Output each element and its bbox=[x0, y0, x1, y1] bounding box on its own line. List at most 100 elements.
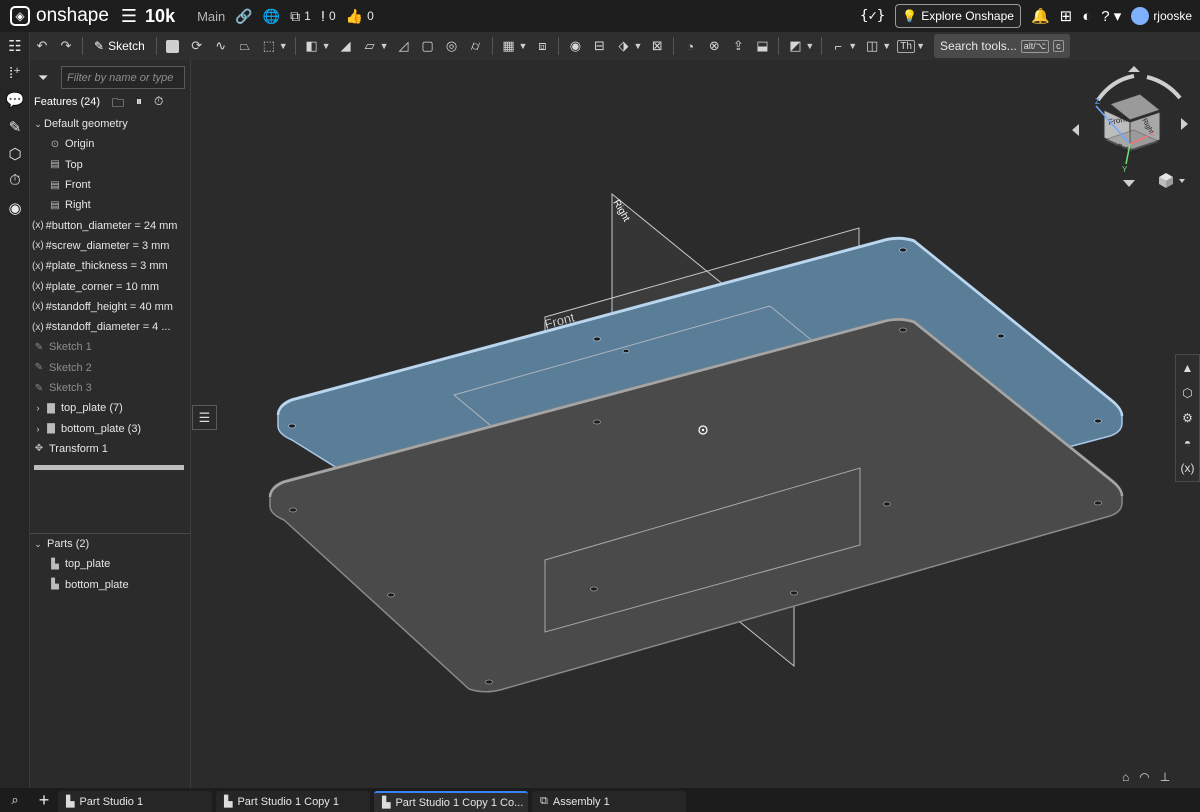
search-tabs-icon[interactable]: ⌕ bbox=[0, 788, 30, 812]
thicken-icon[interactable]: ⬚ bbox=[260, 35, 278, 57]
measure-icon[interactable]: ⊥ bbox=[1160, 770, 1170, 784]
chevron-down-icon[interactable]: ⌄ bbox=[32, 119, 44, 130]
move-face-icon[interactable]: ⇪ bbox=[729, 35, 747, 57]
revolve-icon[interactable]: ⟳ bbox=[188, 35, 206, 57]
pattern-icon[interactable]: ▦ bbox=[500, 35, 518, 57]
notes-icon[interactable]: ✎ bbox=[0, 113, 30, 140]
feature-row[interactable]: › ▇ top_plate (7) bbox=[30, 398, 191, 418]
insert-feature-icon[interactable]: ⁞⁺ bbox=[0, 59, 30, 86]
feature-row[interactable]: ▤ Front bbox=[30, 175, 191, 195]
loft-icon[interactable]: ⏢ bbox=[236, 35, 254, 57]
undo-icon[interactable]: ↶ bbox=[33, 35, 51, 57]
chevron-right-icon[interactable]: › bbox=[32, 403, 44, 413]
help-icon[interactable]: ? ▾ bbox=[1101, 7, 1121, 25]
feature-row[interactable]: (x) #plate_thickness = 3 mm bbox=[30, 256, 191, 276]
feature-row[interactable]: (x) #standoff_height = 40 mm bbox=[30, 297, 191, 317]
history-icon[interactable]: ⏱ bbox=[0, 167, 30, 194]
modify-fillet-icon[interactable]: ◔ bbox=[681, 35, 699, 57]
feature-row[interactable]: ▤ Top bbox=[30, 155, 191, 175]
feature-row[interactable]: ✎ Sketch 1 bbox=[30, 337, 191, 357]
shell-icon[interactable]: ▢ bbox=[419, 35, 437, 57]
measure-panel-icon[interactable]: ⚙ bbox=[1176, 405, 1199, 430]
menu-icon[interactable]: ☰ bbox=[121, 6, 137, 27]
feature-row[interactable]: ✎ Sketch 3 bbox=[30, 378, 191, 398]
filter-icon[interactable]: ⏷ bbox=[38, 70, 48, 86]
feature-row[interactable]: ✥ Transform 1 bbox=[30, 439, 191, 459]
split-icon[interactable]: ⊟ bbox=[590, 35, 608, 57]
onshape-logo[interactable]: ◈ onshape bbox=[10, 5, 109, 27]
appearance-panel-icon[interactable]: ▲ bbox=[1176, 355, 1199, 380]
like-button[interactable]: 👍 0 bbox=[346, 8, 374, 25]
fillet-icon[interactable]: ◧ bbox=[303, 35, 321, 57]
replace-face-icon[interactable]: ⬓ bbox=[753, 35, 771, 57]
feature-row[interactable]: (x) #button_diameter = 24 mm bbox=[30, 215, 191, 235]
new-folder-icon[interactable]: 🗀 bbox=[112, 94, 124, 115]
explore-onshape-button[interactable]: 💡 Explore Onshape bbox=[895, 4, 1021, 28]
surface-icon[interactable]: ◫ bbox=[863, 35, 881, 57]
feature-row[interactable]: ⊙ Origin bbox=[30, 134, 191, 154]
delete-face-icon[interactable]: ⊗ bbox=[705, 35, 723, 57]
feature-row[interactable]: (x) #screw_diameter = 3 mm bbox=[30, 236, 191, 256]
link-icon[interactable]: 🔗 bbox=[235, 8, 252, 25]
branch-name[interactable]: Main bbox=[197, 9, 225, 24]
chevron-down-icon[interactable]: ▼ bbox=[805, 41, 814, 51]
feature-row[interactable]: ⌄ Default geometry bbox=[30, 114, 191, 134]
variables-panel-icon[interactable]: (x) bbox=[1176, 455, 1199, 480]
stopwatch-icon[interactable]: ⏱ bbox=[154, 94, 163, 115]
text-tool-icon[interactable]: Th bbox=[897, 35, 915, 57]
part-row[interactable]: ▙ bottom_plate bbox=[30, 575, 191, 595]
sheet-metal-icon[interactable]: ⌐ bbox=[829, 35, 847, 57]
extrude-icon[interactable] bbox=[164, 35, 182, 57]
mass-properties-icon[interactable]: ◓ bbox=[1176, 430, 1199, 455]
tab-1[interactable]: ▙ Part Studio 1 bbox=[58, 791, 212, 812]
named-views-icon[interactable]: ◠ bbox=[1139, 770, 1149, 784]
chamfer-icon[interactable]: ◢ bbox=[337, 35, 355, 57]
chevron-down-icon[interactable]: ▼ bbox=[322, 41, 331, 51]
feature-list-icon[interactable]: ☷ bbox=[0, 32, 30, 59]
comments-icon[interactable]: 💬 bbox=[0, 86, 30, 113]
draft-icon[interactable]: ▱ bbox=[361, 35, 379, 57]
feature-row[interactable]: ✎ Sketch 2 bbox=[30, 358, 191, 378]
onshape-search-icon[interactable]: ◉ bbox=[0, 194, 30, 221]
chevron-right-icon[interactable]: › bbox=[32, 424, 44, 434]
view-options-cube-icon[interactable] bbox=[1159, 173, 1185, 188]
chevron-down-icon[interactable]: ▼ bbox=[916, 41, 925, 51]
chevron-down-icon[interactable]: ▼ bbox=[848, 41, 857, 51]
globe-icon[interactable]: 🌐 bbox=[263, 8, 280, 25]
cylinder-icon[interactable]: ⌭ bbox=[467, 35, 485, 57]
configurations-panel-icon[interactable]: ⬡ bbox=[1176, 380, 1199, 405]
chevron-down-icon[interactable]: ▼ bbox=[279, 41, 288, 51]
rib-icon[interactable]: ◿ bbox=[395, 35, 413, 57]
app-store-icon[interactable]: ⊞ bbox=[1060, 7, 1073, 25]
pause-icon[interactable]: ⏸ bbox=[136, 94, 142, 115]
sweep-icon[interactable]: ∿ bbox=[212, 35, 230, 57]
user-menu[interactable]: rjooske bbox=[1131, 7, 1192, 25]
hole-icon[interactable]: ◎ bbox=[443, 35, 461, 57]
configurations-icon[interactable]: ⬡ bbox=[0, 140, 30, 167]
tab-3[interactable]: ▙ Part Studio 1 Copy 1 Co... bbox=[374, 791, 528, 812]
chevron-down-icon[interactable]: ▼ bbox=[519, 41, 528, 51]
tab-4[interactable]: ⧉ Assembly 1 bbox=[532, 791, 686, 812]
tab-2[interactable]: ▙ Part Studio 1 Copy 1 bbox=[216, 791, 370, 812]
boolean-icon[interactable]: ◉ bbox=[566, 35, 584, 57]
notifications-bell-icon[interactable]: 🔔 bbox=[1031, 7, 1050, 25]
versions-button[interactable]: ⧉ 1 bbox=[290, 8, 311, 25]
delete-part-icon[interactable]: ⊠ bbox=[648, 35, 666, 57]
chevron-down-icon[interactable]: ▼ bbox=[882, 41, 891, 51]
add-tab-button[interactable]: + bbox=[30, 788, 58, 812]
redo-icon[interactable]: ↷ bbox=[57, 35, 75, 57]
feature-row[interactable]: › ▇ bottom_plate (3) bbox=[30, 418, 191, 438]
parts-header[interactable]: ⌄ Parts (2) bbox=[30, 534, 191, 554]
feature-row[interactable]: ▤ Right bbox=[30, 195, 191, 215]
section-view-icon[interactable]: ⌂ bbox=[1122, 770, 1129, 784]
graphics-viewport[interactable]: Front Right Front Right Bottom Z X Y bbox=[192, 60, 1200, 788]
chevron-down-icon[interactable]: ▼ bbox=[633, 41, 642, 51]
mirror-icon[interactable]: ⧈ bbox=[533, 35, 551, 57]
rollback-bar[interactable] bbox=[34, 465, 184, 470]
document-title[interactable]: 10k bbox=[145, 6, 175, 27]
part-row[interactable]: ▙ top_plate bbox=[30, 554, 191, 574]
featurescript-icon[interactable]: {✓} bbox=[860, 8, 885, 24]
transform-icon[interactable]: ⬗ bbox=[614, 35, 632, 57]
learning-center-icon[interactable]: ◐ bbox=[1082, 8, 1091, 25]
feature-row[interactable]: (x) #standoff_diameter = 4 ... bbox=[30, 317, 191, 337]
